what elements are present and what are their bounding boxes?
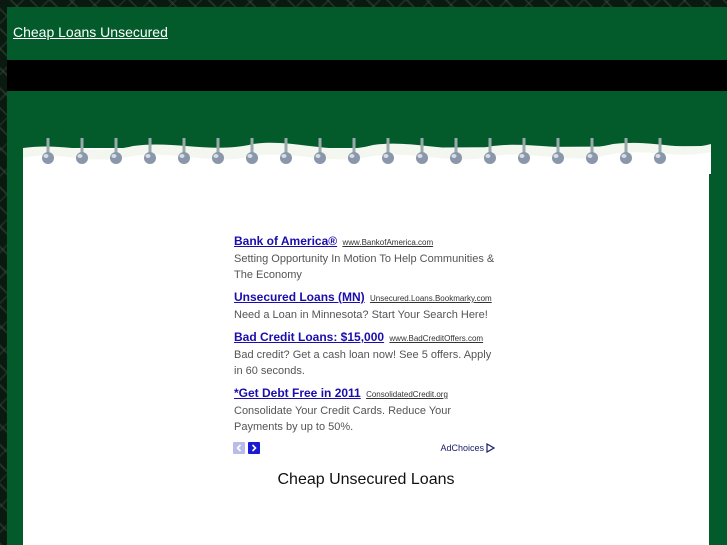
adchoices-link[interactable]: AdChoices: [440, 443, 495, 453]
ad-prev-button[interactable]: [233, 442, 245, 454]
ad-controls: AdChoices: [233, 442, 495, 456]
ad-description: Need a Loan in Minnesota? Start Your Sea…: [234, 309, 488, 321]
ad-item: Bank of America® www.BankofAmerica.com S…: [234, 233, 498, 283]
ad-title-link[interactable]: *Get Debt Free in 2011: [234, 386, 361, 400]
ad-title-link[interactable]: Bank of America®: [234, 234, 337, 248]
binding-rings: [42, 138, 666, 164]
ad-description: Setting Opportunity In Motion To Help Co…: [234, 253, 495, 281]
ad-description: Bad credit? Get a cash loan now! See 5 o…: [234, 349, 492, 377]
ad-item: Unsecured Loans (MN) Unsecured.Loans.Boo…: [234, 289, 498, 323]
ad-next-button[interactable]: [248, 442, 260, 454]
site-title-link[interactable]: Cheap Loans Unsecured: [13, 24, 168, 40]
chevron-right-icon: [251, 444, 257, 452]
site-header: Cheap Loans Unsecured: [7, 7, 727, 60]
adchoices-label: AdChoices: [440, 443, 484, 453]
ad-url-link[interactable]: Unsecured.Loans.Bookmarky.com: [370, 294, 492, 303]
chevron-left-icon: [236, 444, 242, 452]
page-heading: Cheap Unsecured Loans: [277, 471, 455, 488]
ad-url-link[interactable]: ConsolidatedCredit.org: [366, 390, 448, 399]
ad-item: Bad Credit Loans: $15,000 www.BadCreditO…: [234, 329, 498, 379]
ad-url-link[interactable]: www.BadCreditOffers.com: [389, 334, 483, 343]
ad-title-link[interactable]: Bad Credit Loans: $15,000: [234, 330, 384, 344]
ad-url-link[interactable]: www.BankofAmerica.com: [342, 238, 433, 247]
ad-item: *Get Debt Free in 2011 ConsolidatedCredi…: [234, 385, 498, 435]
nav-bar: [7, 60, 727, 91]
adchoices-icon: [486, 443, 495, 453]
ad-block: Bank of America® www.BankofAmerica.com S…: [234, 233, 498, 441]
ad-description: Consolidate Your Credit Cards. Reduce Yo…: [234, 405, 452, 433]
spiral-binding: [42, 138, 666, 164]
ad-title-link[interactable]: Unsecured Loans (MN): [234, 290, 365, 304]
